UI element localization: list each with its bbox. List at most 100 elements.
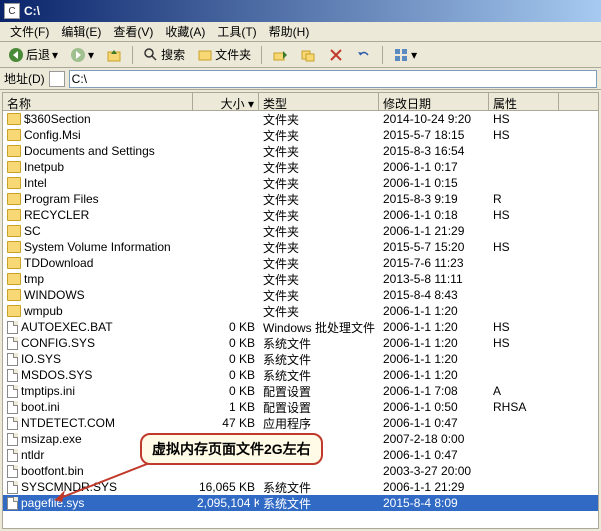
file-icon	[7, 433, 18, 446]
file-row[interactable]: WINDOWS文件夹2015-8-4 8:43	[3, 287, 598, 303]
menu-edit[interactable]: 编辑(E)	[55, 21, 107, 42]
col-header-name[interactable]: 名称	[3, 93, 193, 110]
file-date: 2006-1-1 0:47	[379, 448, 489, 462]
file-date: 2015-8-3 16:54	[379, 144, 489, 158]
folders-icon	[197, 47, 213, 63]
file-icon	[7, 481, 18, 494]
col-header-type[interactable]: 类型	[259, 93, 379, 110]
file-icon	[7, 417, 18, 430]
file-size: 16,065 KB	[193, 480, 259, 494]
file-type: Windows 批处理文件	[259, 319, 379, 336]
file-name: RECYCLER	[24, 208, 89, 222]
file-row[interactable]: IO.SYS0 KB系统文件2006-1-1 1:20	[3, 351, 598, 367]
file-date: 2015-8-3 9:19	[379, 192, 489, 206]
col-header-size[interactable]: 大小 ▾	[193, 93, 259, 110]
file-name: Inetpub	[24, 160, 64, 174]
toolbar: 后退 ▾ ▾ 搜索 文件夹 ▾	[0, 42, 601, 68]
file-size: 0 KB	[193, 384, 259, 398]
file-row[interactable]: SC文件夹2006-1-1 21:29	[3, 223, 598, 239]
file-type: 配置设置	[259, 399, 379, 416]
file-name: Config.Msi	[24, 128, 81, 142]
file-row[interactable]: System Volume Information文件夹2015-5-7 15:…	[3, 239, 598, 255]
file-date: 2006-1-1 1:20	[379, 352, 489, 366]
up-folder-icon	[106, 47, 122, 63]
file-type: 文件夹	[259, 287, 379, 304]
file-name: MSDOS.SYS	[21, 368, 92, 382]
delete-icon	[328, 47, 344, 63]
col-header-attr[interactable]: 属性	[489, 93, 559, 110]
file-size: 2,095,104 KB	[193, 496, 259, 510]
file-row[interactable]: AUTOEXEC.BAT0 KBWindows 批处理文件2006-1-1 1:…	[3, 319, 598, 335]
file-type: 文件夹	[259, 191, 379, 208]
file-name: tmp	[24, 272, 44, 286]
back-label: 后退	[26, 46, 50, 63]
file-icon	[7, 401, 18, 414]
folder-icon	[7, 273, 21, 285]
copy-button[interactable]	[296, 45, 320, 65]
views-button[interactable]: ▾	[389, 45, 421, 65]
file-icon	[7, 321, 18, 334]
file-row[interactable]: $360Section文件夹2014-10-24 9:20HS	[3, 111, 598, 127]
move-button[interactable]	[268, 45, 292, 65]
menu-help[interactable]: 帮助(H)	[263, 21, 316, 42]
folder-icon	[7, 193, 21, 205]
separator	[382, 46, 383, 64]
file-row[interactable]: MSDOS.SYS0 KB系统文件2006-1-1 1:20	[3, 367, 598, 383]
file-row[interactable]: Config.Msi文件夹2015-5-7 18:15HS	[3, 127, 598, 143]
file-row[interactable]: Program Files文件夹2015-8-3 9:19R	[3, 191, 598, 207]
file-row[interactable]: Intel文件夹2006-1-1 0:15	[3, 175, 598, 191]
file-type: 文件夹	[259, 175, 379, 192]
menu-view[interactable]: 查看(V)	[107, 21, 159, 42]
file-name: CONFIG.SYS	[21, 336, 95, 350]
file-row[interactable]: Documents and Settings文件夹2015-8-3 16:54	[3, 143, 598, 159]
file-type: 文件夹	[259, 223, 379, 240]
file-attr: HS	[489, 336, 559, 350]
file-type: 文件夹	[259, 111, 379, 128]
file-date: 2015-8-4 8:09	[379, 496, 489, 510]
file-row[interactable]: tmp文件夹2013-5-8 11:11	[3, 271, 598, 287]
file-row[interactable]: NTDETECT.COM47 KB应用程序2006-1-1 0:47	[3, 415, 598, 431]
undo-button[interactable]	[352, 45, 376, 65]
up-button[interactable]	[102, 45, 126, 65]
file-row[interactable]: wmpub文件夹2006-1-1 1:20	[3, 303, 598, 319]
views-icon	[393, 47, 409, 63]
file-name: SC	[24, 224, 41, 238]
search-button[interactable]: 搜索	[139, 44, 189, 65]
folders-button[interactable]: 文件夹	[193, 44, 255, 65]
file-type: 文件夹	[259, 255, 379, 272]
drive-icon: C	[4, 3, 20, 19]
folders-label: 文件夹	[215, 46, 251, 63]
file-type: 文件夹	[259, 271, 379, 288]
file-row[interactable]: Inetpub文件夹2006-1-1 0:17	[3, 159, 598, 175]
file-row[interactable]: RECYCLER文件夹2006-1-1 0:18HS	[3, 207, 598, 223]
forward-button[interactable]: ▾	[66, 45, 98, 65]
col-header-date[interactable]: 修改日期	[379, 93, 489, 110]
move-icon	[272, 47, 288, 63]
file-icon	[7, 369, 18, 382]
file-date: 2006-1-1 1:20	[379, 320, 489, 334]
file-row[interactable]: boot.ini1 KB配置设置2006-1-1 0:50RHSA	[3, 399, 598, 415]
file-date: 2006-1-1 0:18	[379, 208, 489, 222]
file-row[interactable]: TDDownload文件夹2015-7-6 11:23	[3, 255, 598, 271]
file-date: 2015-7-6 11:23	[379, 256, 489, 270]
menu-favorites[interactable]: 收藏(A)	[159, 21, 211, 42]
drive-icon	[49, 71, 65, 87]
dropdown-icon: ▾	[88, 48, 94, 62]
forward-icon	[70, 47, 86, 63]
folder-icon	[7, 225, 21, 237]
file-row[interactable]: CONFIG.SYS0 KB系统文件2006-1-1 1:20HS	[3, 335, 598, 351]
file-type: 系统文件	[259, 335, 379, 352]
menu-file[interactable]: 文件(F)	[4, 21, 55, 42]
folder-icon	[7, 257, 21, 269]
menu-tools[interactable]: 工具(T)	[211, 21, 262, 42]
file-date: 2014-10-24 9:20	[379, 112, 489, 126]
address-input[interactable]	[69, 70, 597, 88]
back-icon	[8, 47, 24, 63]
file-date: 2006-1-1 0:17	[379, 160, 489, 174]
file-name: AUTOEXEC.BAT	[21, 320, 113, 334]
delete-button[interactable]	[324, 45, 348, 65]
back-button[interactable]: 后退 ▾	[4, 44, 62, 65]
file-date: 2006-1-1 1:20	[379, 336, 489, 350]
file-type: 文件夹	[259, 207, 379, 224]
file-row[interactable]: tmptips.ini0 KB配置设置2006-1-1 7:08A	[3, 383, 598, 399]
